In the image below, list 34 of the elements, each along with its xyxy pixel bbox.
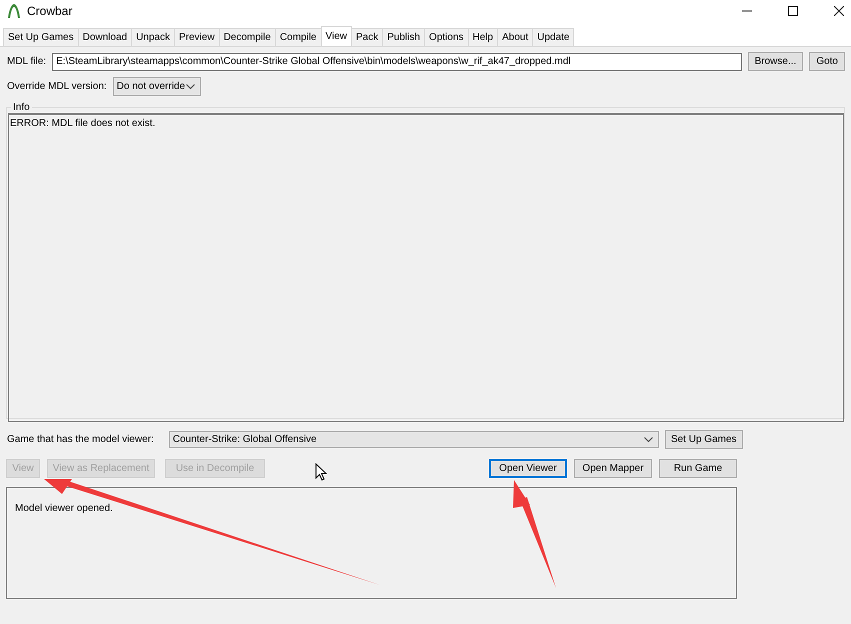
set-up-games-button[interactable]: Set Up Games (664, 430, 743, 449)
mdl-file-button[interactable]: Goto (809, 52, 845, 71)
tab[interactable]: Download (78, 28, 132, 46)
tab[interactable]: Options (424, 28, 469, 46)
tab[interactable]: Unpack (131, 28, 175, 46)
action-button[interactable]: Open Mapper (574, 458, 652, 478)
tab[interactable]: Set Up Games (3, 28, 79, 46)
maximize-icon[interactable] (788, 6, 798, 16)
tab[interactable]: About (497, 28, 534, 46)
arch-logo-icon (7, 3, 21, 19)
tab[interactable]: Pack (351, 28, 384, 46)
info-text: ERROR: MDL file does not exist. (10, 118, 156, 129)
window-title: Crowbar (27, 4, 72, 18)
tab[interactable]: Update (532, 28, 574, 46)
info-group-title: Info (12, 102, 31, 113)
action-button[interactable]: Open Viewer (489, 458, 567, 478)
chevron-down-icon (186, 84, 195, 90)
log-text: Model viewer opened. (15, 503, 113, 514)
mdl-file-label: MDL file: (6, 56, 46, 67)
tab[interactable]: Compile (274, 28, 322, 46)
mdl-file-button[interactable]: Browse... (748, 52, 804, 71)
override-label: Override MDL version: (6, 81, 107, 92)
tab[interactable]: Decompile (218, 28, 276, 46)
tab[interactable]: Preview (174, 28, 220, 46)
tab[interactable]: Publish (382, 28, 426, 46)
close-icon[interactable] (834, 6, 844, 16)
mdl-file-field[interactable]: E:\SteamLibrary\steamapps\common\Counter-Strike Global Offensive\bin\models\weapons\w_rif_ak47_dropped.mdl (52, 52, 742, 70)
game-dropdown[interactable]: Counter-Strike: Global Offensive (168, 431, 659, 448)
chevron-down-icon (644, 436, 653, 442)
action-button[interactable]: Run Game (659, 458, 737, 478)
cursor-icon (315, 463, 327, 481)
game-label: Game that has the model viewer: (6, 434, 154, 445)
override-dropdown[interactable]: Do not override (112, 77, 201, 96)
tab[interactable]: Help (468, 28, 498, 46)
